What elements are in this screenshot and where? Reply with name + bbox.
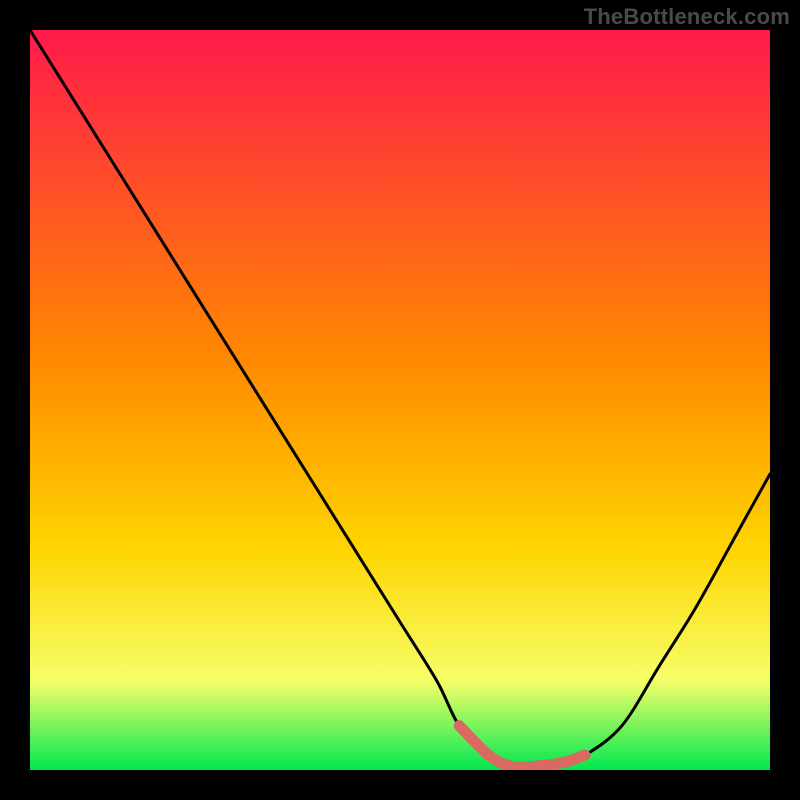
chart-frame: TheBottleneck.com	[0, 0, 800, 800]
watermark-text: TheBottleneck.com	[584, 4, 790, 30]
plot-area	[30, 30, 770, 770]
gradient-background	[30, 30, 770, 770]
chart-svg	[30, 30, 770, 770]
